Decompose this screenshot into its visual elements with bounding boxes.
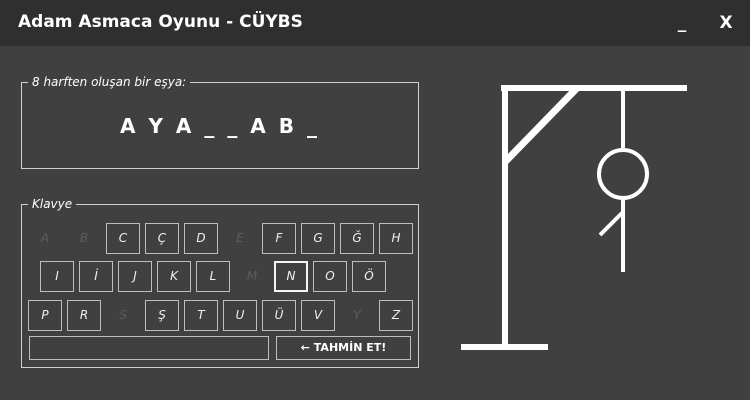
key-ş[interactable]: Ş (145, 300, 179, 331)
key-t[interactable]: T (184, 300, 218, 331)
key-y: Y (353, 308, 361, 322)
key-a: A (40, 231, 50, 245)
keyboard-panel: Klavye A B CÇD E FGĞH IİJKL M NOÖ PR S ŞTUÜV Y Z ← T… (21, 196, 419, 368)
key-o[interactable]: O (313, 261, 347, 292)
gallows-brace (502, 85, 580, 165)
key-h[interactable]: H (379, 223, 413, 254)
key-e: E (236, 231, 244, 245)
key-p[interactable]: P (28, 300, 62, 331)
key-b: B (79, 231, 89, 245)
hangman-drawing (461, 85, 687, 350)
key-i̇[interactable]: İ (79, 261, 113, 292)
key-j[interactable]: J (118, 261, 152, 292)
hangman-left-arm (598, 210, 625, 237)
guess-input[interactable] (29, 336, 269, 360)
key-v[interactable]: V (301, 300, 335, 331)
masked-word: A Y A _ _ A B _ (120, 114, 320, 138)
key-d[interactable]: D (184, 223, 218, 254)
close-button[interactable]: X (711, 8, 741, 38)
key-l[interactable]: L (196, 261, 230, 292)
key-i[interactable]: I (40, 261, 74, 292)
key-m: M (246, 269, 258, 283)
hangman-head (597, 148, 649, 200)
key-k[interactable]: K (157, 261, 191, 292)
word-hint-legend: 8 harften oluşan bir eşya: (28, 74, 191, 90)
key-g[interactable]: G (301, 223, 335, 254)
key-ö[interactable]: Ö (352, 261, 386, 292)
window-title: Adam Asmaca Oyunu - CÜYBS (18, 12, 303, 32)
key-n[interactable]: N (274, 261, 308, 292)
key-f[interactable]: F (262, 223, 296, 254)
key-c[interactable]: C (106, 223, 140, 254)
key-s: S (119, 308, 127, 322)
title-bar: Adam Asmaca Oyunu - CÜYBS _ X (0, 0, 750, 46)
key-ğ[interactable]: Ğ (340, 223, 374, 254)
key-u[interactable]: U (223, 300, 257, 331)
key-r[interactable]: R (67, 300, 101, 331)
minimize-button[interactable]: _ (667, 8, 697, 38)
key-ç[interactable]: Ç (145, 223, 179, 254)
key-z[interactable]: Z (379, 300, 413, 331)
guess-button[interactable]: ← TAHMİN ET! (276, 336, 411, 360)
word-panel: 8 harften oluşan bir eşya: A Y A _ _ A B… (21, 74, 419, 169)
keyboard-legend: Klavye (28, 196, 77, 212)
key-ü[interactable]: Ü (262, 300, 296, 331)
